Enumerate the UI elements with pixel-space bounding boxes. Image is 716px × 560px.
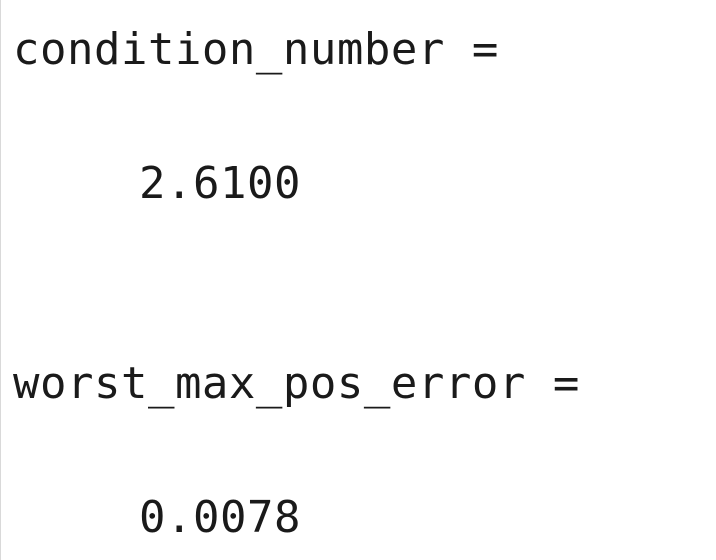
variable-value-condition-number: 2.6100 <box>139 158 301 209</box>
equals-sign: = <box>471 24 499 75</box>
variable-name-condition-number: condition_number = <box>13 24 499 75</box>
command-window-output: condition_number = 2.6100 worst_max_pos_… <box>0 0 716 560</box>
variable-name-worst-max-pos-error: worst_max_pos_error = <box>13 358 580 409</box>
variable-value-worst-max-pos-error: 0.0078 <box>139 492 301 543</box>
equals-sign: = <box>552 358 580 409</box>
